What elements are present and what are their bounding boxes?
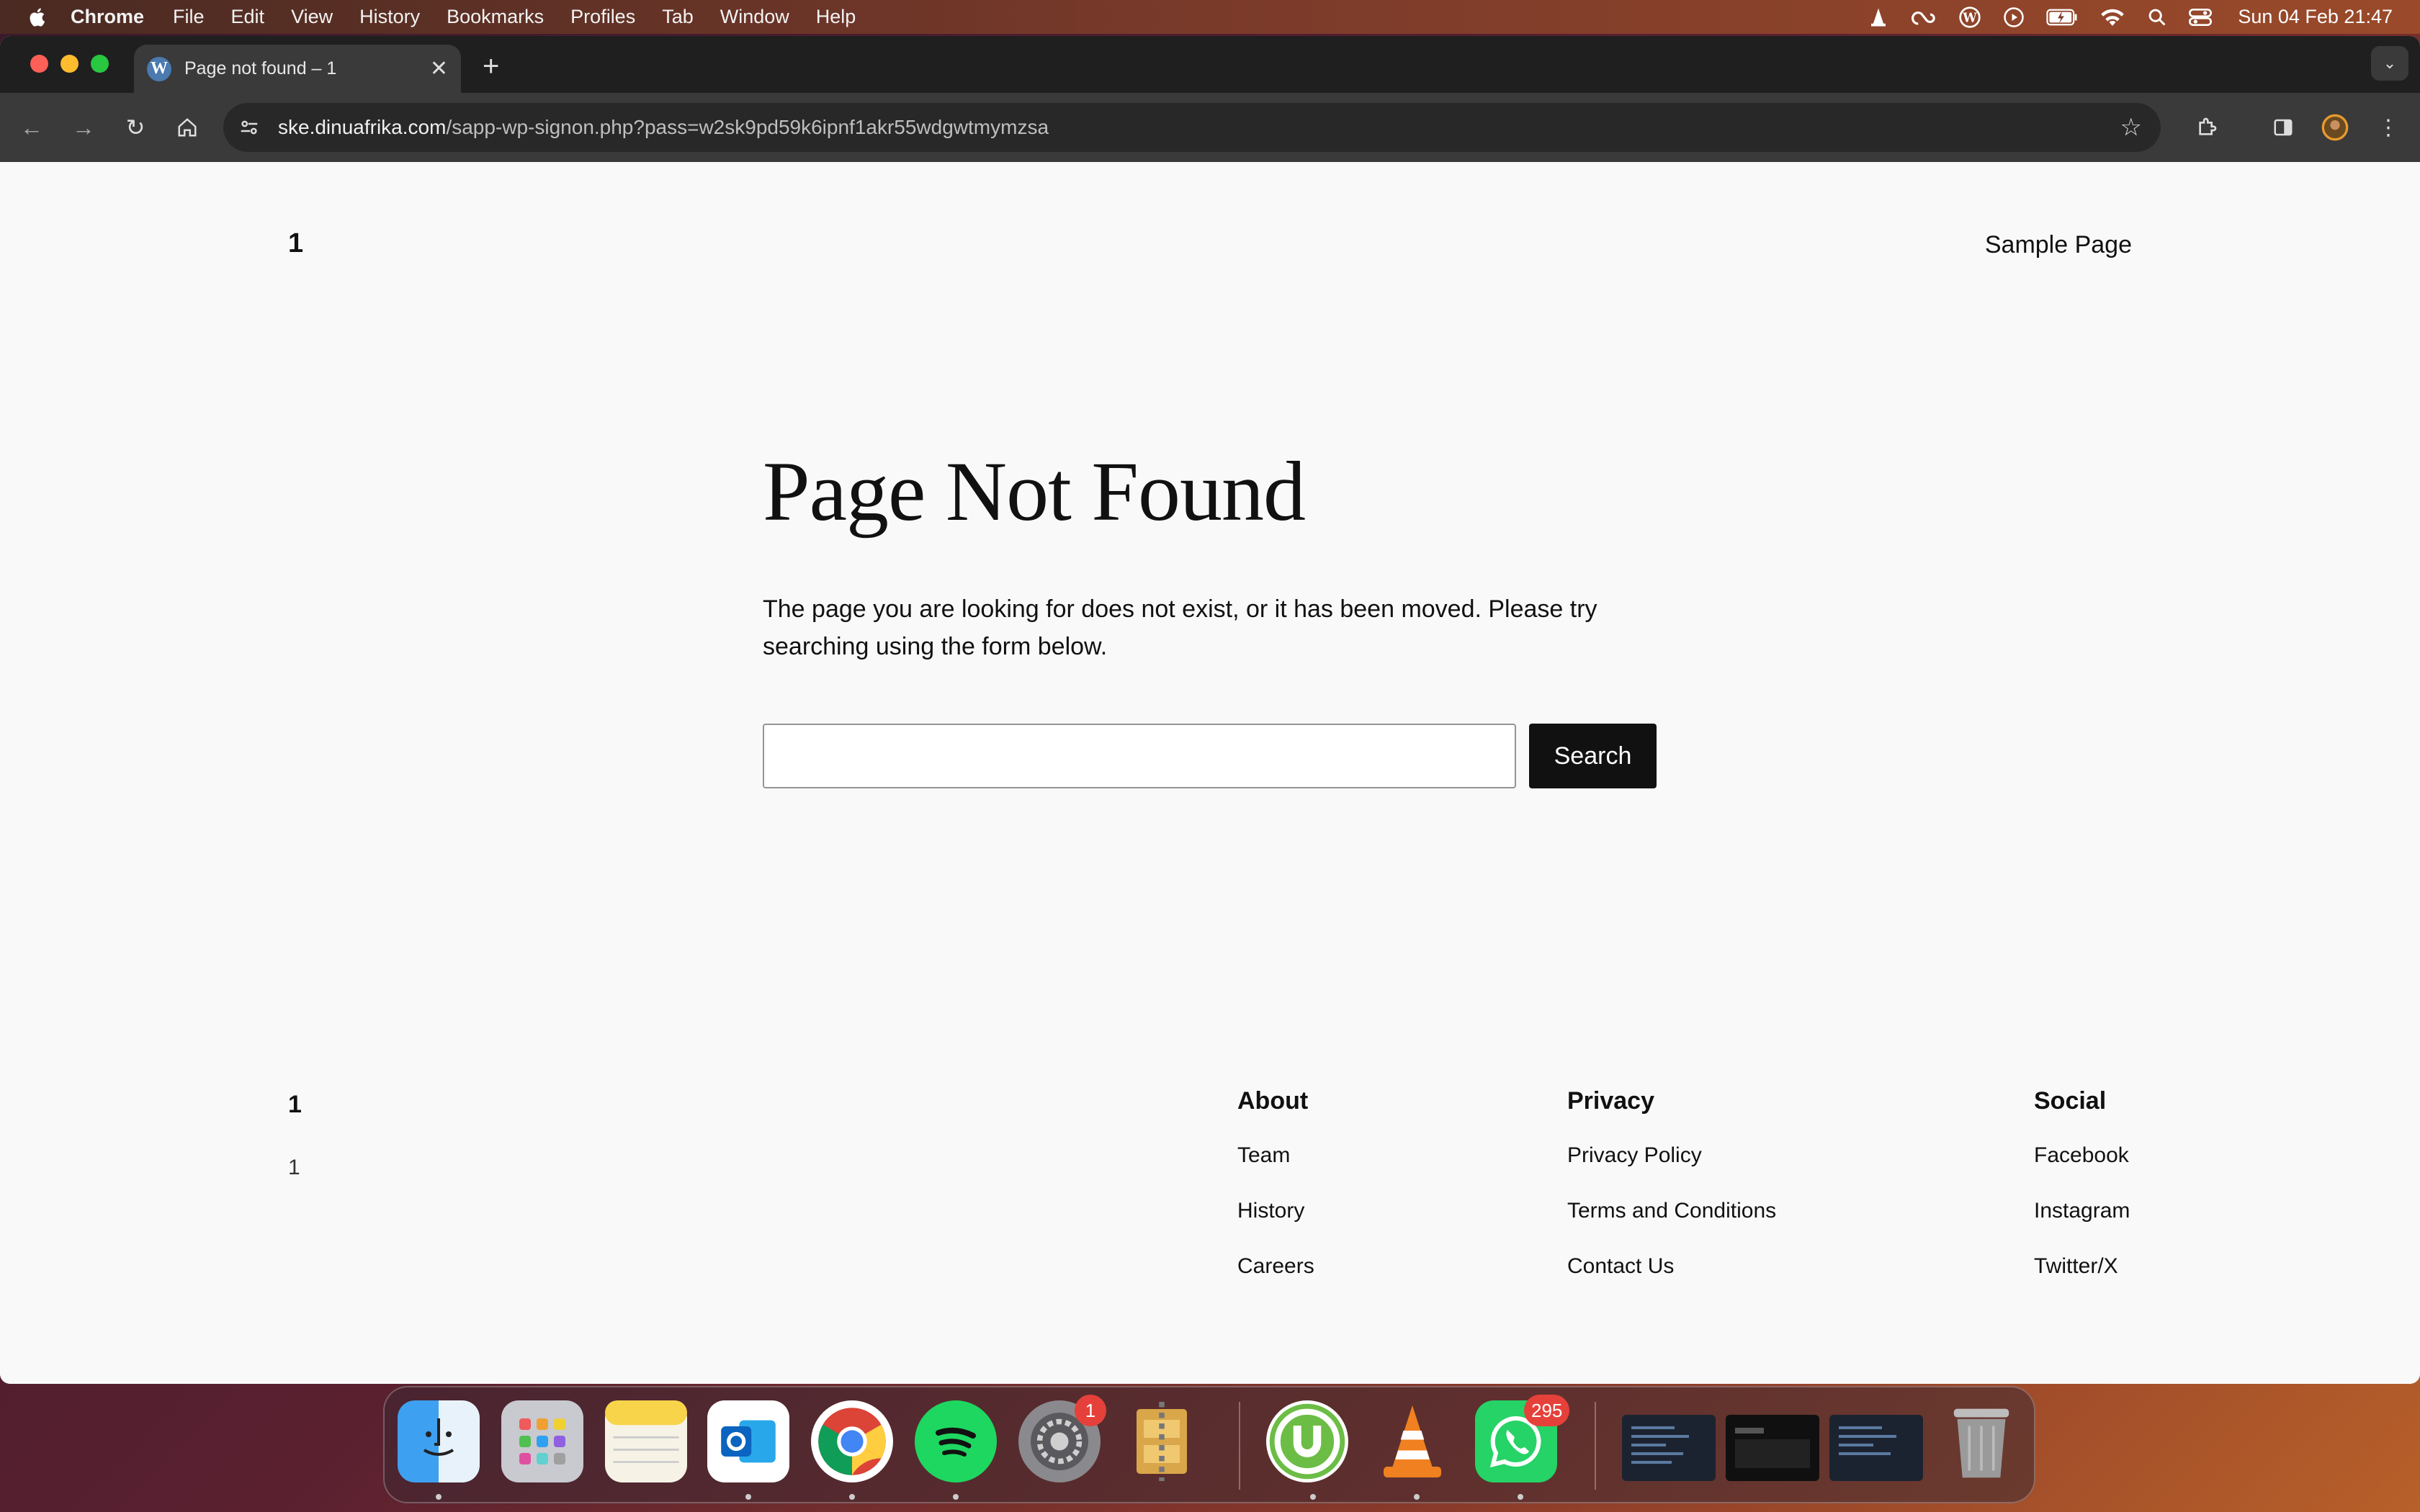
url-path: /sapp-wp-signon.php?pass=w2sk9pd59k6ipnf…	[446, 116, 1049, 138]
footer-link-facebook[interactable]: Facebook	[2034, 1143, 2130, 1169]
forward-arrow-icon[interactable]: →	[68, 112, 99, 143]
footer-link-twitter[interactable]: Twitter/X	[2034, 1254, 2130, 1279]
footer-link-contact[interactable]: Contact Us	[1567, 1254, 1776, 1279]
creative-cloud-icon[interactable]	[1911, 6, 1937, 28]
control-center-icon[interactable]	[2189, 7, 2213, 27]
menu-bookmarks[interactable]: Bookmarks	[447, 6, 544, 28]
apple-icon[interactable]	[27, 6, 49, 28]
finder-running-dot	[436, 1494, 442, 1500]
minimized-window-1[interactable]	[1622, 1415, 1716, 1481]
profile-avatar-icon[interactable]	[2319, 112, 2351, 143]
wordpress-favicon-icon: W	[147, 56, 171, 81]
footer-column-social: Social Facebook Instagram Twitter/X	[2034, 1087, 2130, 1309]
archive-utility-icon[interactable]	[1121, 1400, 1203, 1482]
tab-title: Page not found – 1	[184, 58, 337, 78]
utorrent-running-dot	[1310, 1494, 1316, 1500]
url-host: ske.dinuafrika.com	[278, 116, 447, 138]
minimized-window-3[interactable]	[1829, 1415, 1923, 1481]
outlook-running-dot	[745, 1494, 751, 1500]
footer-link-history[interactable]: History	[1237, 1198, 1314, 1224]
footer-tagline: 1	[288, 1156, 300, 1179]
dock: 1 295	[383, 1386, 2035, 1503]
battery-icon[interactable]	[2046, 8, 2078, 27]
notes-icon[interactable]	[605, 1400, 687, 1482]
back-arrow-icon[interactable]: ←	[16, 112, 48, 143]
menu-tab[interactable]: Tab	[662, 6, 694, 28]
window-controls	[30, 55, 109, 73]
whatsapp-running-dot	[1518, 1494, 1523, 1500]
svg-text:W: W	[1963, 11, 1978, 25]
menu-app-chrome[interactable]: Chrome	[71, 6, 144, 28]
finder-icon[interactable]	[398, 1400, 480, 1482]
address-bar[interactable]: ske.dinuafrika.com/sapp-wp-signon.php?pa…	[223, 103, 2161, 152]
menu-help[interactable]: Help	[816, 6, 856, 28]
page-title: Page Not Found	[763, 444, 1306, 539]
whatsapp-badge: 295	[1524, 1395, 1570, 1426]
site-title[interactable]: 1	[288, 228, 303, 259]
footer-site-title[interactable]: 1	[288, 1091, 302, 1119]
footer-link-careers[interactable]: Careers	[1237, 1254, 1314, 1279]
vlc-icon[interactable]	[1371, 1400, 1453, 1482]
chrome-menu-icon[interactable]: ⋮	[2372, 112, 2404, 143]
footer-link-privacy-policy[interactable]: Privacy Policy	[1567, 1143, 1776, 1169]
footer-heading-social: Social	[2034, 1087, 2107, 1115]
tab-strip: W Page not found – 1 ✕ + ⌄	[0, 36, 2420, 93]
menu-profiles[interactable]: Profiles	[570, 6, 635, 28]
minimized-window-2[interactable]	[1726, 1415, 1819, 1481]
footer-heading-about: About	[1237, 1087, 1309, 1115]
menu-bar: Chrome File Edit View History Bookmarks …	[0, 0, 2420, 34]
menu-history[interactable]: History	[359, 6, 420, 28]
spotify-icon[interactable]	[915, 1400, 997, 1482]
not-found-description: The page you are looking for does not ex…	[763, 595, 1597, 660]
reload-icon[interactable]: ↻	[120, 112, 151, 143]
system-settings-badge: 1	[1075, 1395, 1106, 1426]
close-tab-icon[interactable]: ✕	[430, 56, 448, 81]
footer-link-team[interactable]: Team	[1237, 1143, 1314, 1169]
tab-search-button[interactable]: ⌄	[2371, 46, 2408, 81]
site-info-icon[interactable]	[236, 114, 262, 140]
zoom-window-button[interactable]	[91, 55, 109, 73]
footer-link-terms[interactable]: Terms and Conditions	[1567, 1198, 1776, 1224]
url-text: ske.dinuafrika.com/sapp-wp-signon.php?pa…	[278, 116, 1049, 139]
search-button[interactable]: Search	[1529, 724, 1657, 788]
dock-separator	[1239, 1402, 1240, 1490]
utorrent-icon[interactable]	[1266, 1400, 1348, 1482]
footer-heading-privacy: Privacy	[1567, 1087, 1654, 1115]
home-icon[interactable]	[171, 112, 203, 143]
active-tab[interactable]: W Page not found – 1 ✕	[134, 45, 461, 93]
menu-edit[interactable]: Edit	[231, 6, 265, 28]
wifi-icon[interactable]	[2099, 7, 2125, 27]
menu-file[interactable]: File	[173, 6, 205, 28]
vlc-running-dot	[1414, 1494, 1420, 1500]
chrome-icon[interactable]	[811, 1400, 893, 1482]
footer-link-instagram[interactable]: Instagram	[2034, 1198, 2130, 1224]
minimize-window-button[interactable]	[60, 55, 79, 73]
footer-column-about: About Team History Careers	[1237, 1087, 1314, 1309]
outlook-icon[interactable]	[707, 1400, 789, 1482]
spotify-running-dot	[953, 1494, 959, 1500]
vlc-status-icon[interactable]	[1868, 6, 1889, 28]
menu-clock[interactable]: Sun 04 Feb 21:47	[2238, 6, 2393, 28]
menu-view[interactable]: View	[291, 6, 333, 28]
menu-window[interactable]: Window	[720, 6, 789, 28]
bookmark-star-icon[interactable]: ☆	[2120, 113, 2142, 142]
nav-link-sample-page[interactable]: Sample Page	[1985, 231, 2132, 259]
footer-column-privacy: Privacy Privacy Policy Terms and Conditi…	[1567, 1087, 1776, 1309]
dock-separator-2	[1595, 1402, 1596, 1490]
new-tab-button[interactable]: +	[483, 50, 499, 83]
close-window-button[interactable]	[30, 55, 48, 73]
web-page: 1 Sample Page Page Not Found The page yo…	[0, 162, 2420, 1384]
search-input[interactable]	[763, 724, 1516, 788]
browser-window: W Page not found – 1 ✕ + ⌄ ← → ↻ ske.din…	[0, 36, 2420, 1384]
chrome-running-dot	[849, 1494, 855, 1500]
browser-toolbar: ← → ↻ ske.dinuafrika.com/sapp-wp-signon.…	[0, 93, 2420, 162]
extensions-icon[interactable]	[2191, 112, 2223, 143]
launchpad-icon[interactable]	[501, 1400, 583, 1482]
side-panel-icon[interactable]	[2267, 112, 2299, 143]
wordpress-status-icon[interactable]: W	[1958, 6, 1981, 29]
play-circle-icon[interactable]	[2003, 6, 2025, 28]
trash-icon[interactable]	[1940, 1400, 2022, 1482]
spotlight-search-icon[interactable]	[2147, 7, 2167, 27]
